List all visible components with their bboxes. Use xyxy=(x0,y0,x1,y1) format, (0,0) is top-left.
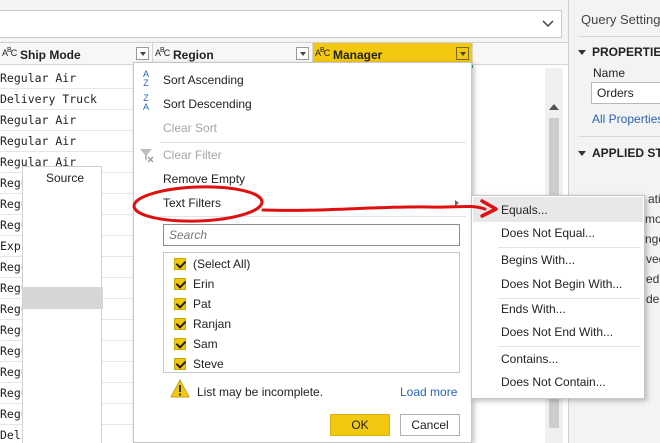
ends-with-item[interactable]: Ends With... xyxy=(501,302,566,316)
list-incomplete-warning: List may be incomplete. xyxy=(197,385,324,399)
does-not-begin-with-item[interactable]: Does Not Begin With... xyxy=(501,277,622,291)
does-not-equal-item[interactable]: Does Not Equal... xyxy=(501,226,595,240)
checkbox-checked-icon[interactable] xyxy=(174,318,186,330)
filter-value-select-all[interactable]: (Select All) xyxy=(174,257,250,275)
warning-icon xyxy=(170,379,190,398)
filter-value-label: Ranjan xyxy=(193,317,232,331)
filter-value-steve[interactable]: Steve xyxy=(174,357,224,375)
sort-ascending-item[interactable]: Sort Ascending xyxy=(163,73,244,87)
step-item[interactable]: de xyxy=(646,292,659,306)
properties-heading: PROPERTIES xyxy=(592,45,660,59)
begins-with-item[interactable]: Begins With... xyxy=(501,253,575,267)
checkbox-checked-icon[interactable] xyxy=(174,278,186,290)
cancel-button[interactable]: Cancel xyxy=(400,414,460,436)
equals-item[interactable]: Equals... xyxy=(501,203,548,217)
formula-bar[interactable] xyxy=(0,10,562,38)
chevron-down-icon[interactable] xyxy=(541,16,555,30)
filter-value-sam[interactable]: Sam xyxy=(174,337,218,355)
collapse-triangle-icon xyxy=(578,50,586,56)
column-name: Manager xyxy=(333,48,383,62)
filter-values-list: (Select All) Erin Pat Ranjan Sam Steve xyxy=(163,252,460,373)
column-name: Region xyxy=(173,48,214,62)
scroll-up-arrow-icon[interactable] xyxy=(549,104,559,110)
applied-steps-heading: APPLIED STEPS xyxy=(592,146,660,160)
query-settings-title: Query Settings xyxy=(581,12,660,27)
step-item[interactable]: mote xyxy=(645,212,660,226)
collapse-triangle-icon xyxy=(578,151,586,157)
table-cell[interactable]: Delivery Truck xyxy=(0,89,133,110)
load-more-link[interactable]: Load more xyxy=(400,385,457,399)
text-filters-submenu: Equals... Does Not Equal... Begins With.… xyxy=(471,195,645,399)
properties-section-toggle[interactable]: PROPERTIES xyxy=(578,45,660,59)
column-filter-dropdown-region[interactable] xyxy=(296,47,309,60)
step-item[interactable]: nged xyxy=(645,232,660,246)
menu-separator xyxy=(498,298,640,299)
does-not-end-with-item[interactable]: Does Not End With... xyxy=(501,325,613,339)
clear-filter-item[interactable]: Clear Filter xyxy=(163,148,222,162)
sort-descending-icon: ZA xyxy=(142,93,149,112)
filter-value-label: Erin xyxy=(193,277,215,291)
step-item[interactable]: ved xyxy=(646,252,660,266)
remove-empty-item[interactable]: Remove Empty xyxy=(163,172,245,186)
column-filter-dropdown-manager[interactable] xyxy=(456,47,469,60)
clear-filter-icon xyxy=(140,149,154,163)
menu-separator xyxy=(160,142,466,143)
submenu-arrow-icon xyxy=(455,200,459,206)
text-type-icon: ABC xyxy=(315,47,330,58)
text-type-icon: ABC xyxy=(2,47,17,58)
selected-step-highlight[interactable] xyxy=(23,287,103,309)
table-cell[interactable]: Regular Air xyxy=(0,131,133,152)
menu-separator xyxy=(160,216,466,217)
column-filter-dropdown-ship-mode[interactable] xyxy=(136,47,149,60)
checkbox-checked-icon[interactable] xyxy=(174,298,186,310)
name-label: Name xyxy=(593,66,626,80)
column-header-ship-mode[interactable]: ABC Ship Mode xyxy=(0,43,153,65)
column-name: Ship Mode xyxy=(20,48,81,62)
filter-value-pat[interactable]: Pat xyxy=(174,297,211,315)
checkbox-checked-icon[interactable] xyxy=(174,358,186,370)
clear-sort-item[interactable]: Clear Sort xyxy=(163,121,217,135)
step-item[interactable]: ed xyxy=(646,272,659,286)
text-type-icon: ABC xyxy=(155,47,170,58)
filter-value-label: Steve xyxy=(193,357,224,371)
checkbox-checked-icon[interactable] xyxy=(174,338,186,350)
text-filters-item[interactable]: Text Filters xyxy=(163,196,221,210)
table-cell[interactable]: Regular Air xyxy=(0,110,133,131)
does-not-contain-item[interactable]: Does Not Contain... xyxy=(501,375,606,389)
divider xyxy=(579,36,660,37)
table-cell[interactable]: Regular Air xyxy=(0,68,133,89)
filter-value-label: (Select All) xyxy=(193,257,251,271)
filter-value-label: Sam xyxy=(193,337,218,351)
filter-value-erin[interactable]: Erin xyxy=(174,277,214,295)
filter-value-ranjan[interactable]: Ranjan xyxy=(174,317,231,335)
sort-ascending-icon: AZ xyxy=(142,69,149,88)
query-name-input[interactable]: Orders xyxy=(591,82,660,104)
filter-value-label: Pat xyxy=(193,297,212,311)
step-item[interactable]: atio xyxy=(648,192,660,206)
menu-separator xyxy=(498,247,640,248)
contains-item[interactable]: Contains... xyxy=(501,352,558,366)
sort-descending-item[interactable]: Sort Descending xyxy=(163,97,252,111)
column-filter-menu: AZ Sort Ascending ZA Sort Descending Cle… xyxy=(133,62,472,443)
divider xyxy=(579,136,660,137)
menu-separator xyxy=(498,346,640,347)
hover-highlight xyxy=(473,197,643,222)
column-header-empty xyxy=(473,43,568,65)
ok-button[interactable]: OK xyxy=(330,414,390,436)
checkbox-checked-icon[interactable] xyxy=(174,258,186,270)
step-source[interactable]: Source xyxy=(46,171,84,185)
filter-search-input[interactable]: Search xyxy=(163,224,460,246)
all-properties-link[interactable]: All Properties xyxy=(592,112,660,126)
applied-steps-section-toggle[interactable]: APPLIED STEPS xyxy=(578,146,660,160)
